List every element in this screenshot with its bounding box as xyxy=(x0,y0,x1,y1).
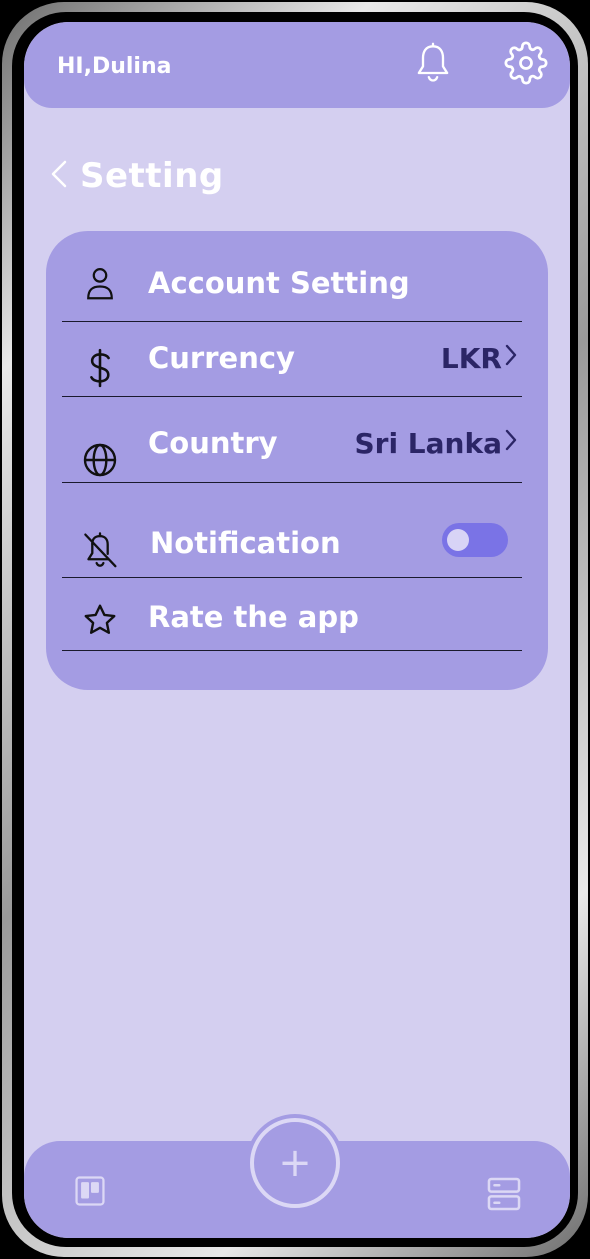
globe-icon xyxy=(80,440,120,480)
settings-item-label: Account Setting xyxy=(148,266,410,300)
dollar-icon xyxy=(80,348,120,388)
top-bar: HI,Dulina xyxy=(24,22,570,108)
page-header: Setting xyxy=(48,156,224,196)
bell-off-icon xyxy=(80,530,120,570)
country-value-text: Sri Lanka xyxy=(354,427,502,460)
gear-icon[interactable] xyxy=(504,41,548,85)
settings-item-currency[interactable]: Currency LKR xyxy=(62,336,522,397)
settings-item-label: Currency xyxy=(148,341,295,375)
board-icon[interactable] xyxy=(70,1171,110,1211)
greeting-text: HI,Dulina xyxy=(57,54,172,79)
app-screen: HI,Dulina Setting Account Setting Curren… xyxy=(24,22,570,1238)
settings-item-rate[interactable]: Rate the app xyxy=(62,590,522,651)
notification-toggle[interactable] xyxy=(442,523,508,557)
currency-value[interactable]: LKR xyxy=(441,342,518,375)
bell-icon[interactable] xyxy=(411,41,455,85)
settings-item-label: Rate the app xyxy=(148,600,359,634)
currency-value-text: LKR xyxy=(440,342,502,375)
country-value[interactable]: Sri Lanka xyxy=(354,427,518,460)
settings-card: Account Setting Currency LKR Country Sri… xyxy=(46,231,548,690)
user-icon xyxy=(80,263,120,303)
settings-item-label: Country xyxy=(148,426,278,460)
chevron-left-icon[interactable] xyxy=(48,159,70,193)
settings-item-account[interactable]: Account Setting xyxy=(62,261,522,322)
chevron-right-icon xyxy=(504,427,518,460)
settings-item-country[interactable]: Country Sri Lanka xyxy=(62,422,522,483)
page-title: Setting xyxy=(80,156,224,196)
settings-item-label: Notification xyxy=(150,526,341,560)
plus-icon: + xyxy=(278,1140,312,1186)
settings-item-notification[interactable]: Notification xyxy=(62,516,522,578)
toggle-knob xyxy=(447,529,469,551)
chevron-right-icon xyxy=(504,342,518,375)
add-button[interactable]: + xyxy=(250,1118,340,1208)
server-icon[interactable] xyxy=(484,1174,524,1214)
star-icon xyxy=(80,600,120,640)
